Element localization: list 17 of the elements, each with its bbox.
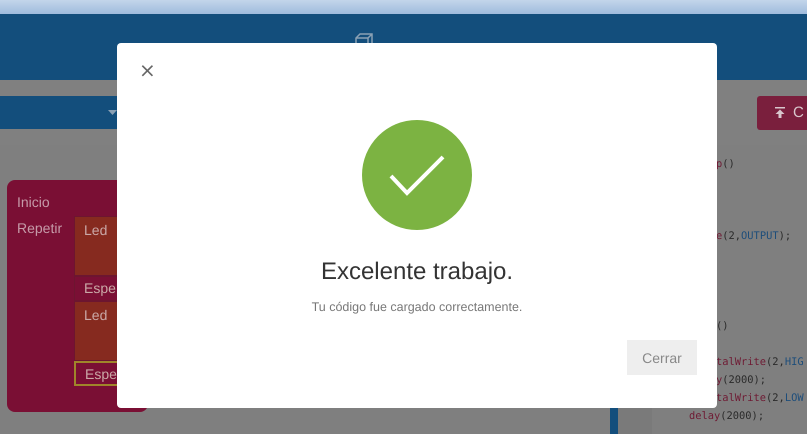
code-line: p() (716, 157, 735, 172)
block-label: Inicio (16, 193, 50, 212)
code-line: talWrite(2,LOW (716, 391, 804, 406)
code-line: () (716, 319, 729, 334)
cube-icon (355, 33, 373, 43)
block-label: Repetir (16, 219, 64, 238)
code-line: talWrite(2,HIG (716, 355, 804, 370)
code-line: delay(2000); (689, 409, 764, 424)
upload-button[interactable]: C (757, 96, 807, 130)
caret-icon (108, 110, 117, 115)
check-circle-icon (362, 120, 472, 230)
code-line: y(2000); (716, 373, 766, 388)
dialog-message: Tu código fue cargado correctamente. (312, 300, 522, 314)
close-button[interactable]: × (135, 58, 160, 82)
close-dialog-button[interactable]: Cerrar (627, 340, 697, 375)
upload-icon (775, 107, 785, 118)
dialog-title: Excelente trabajo. (320, 258, 514, 286)
